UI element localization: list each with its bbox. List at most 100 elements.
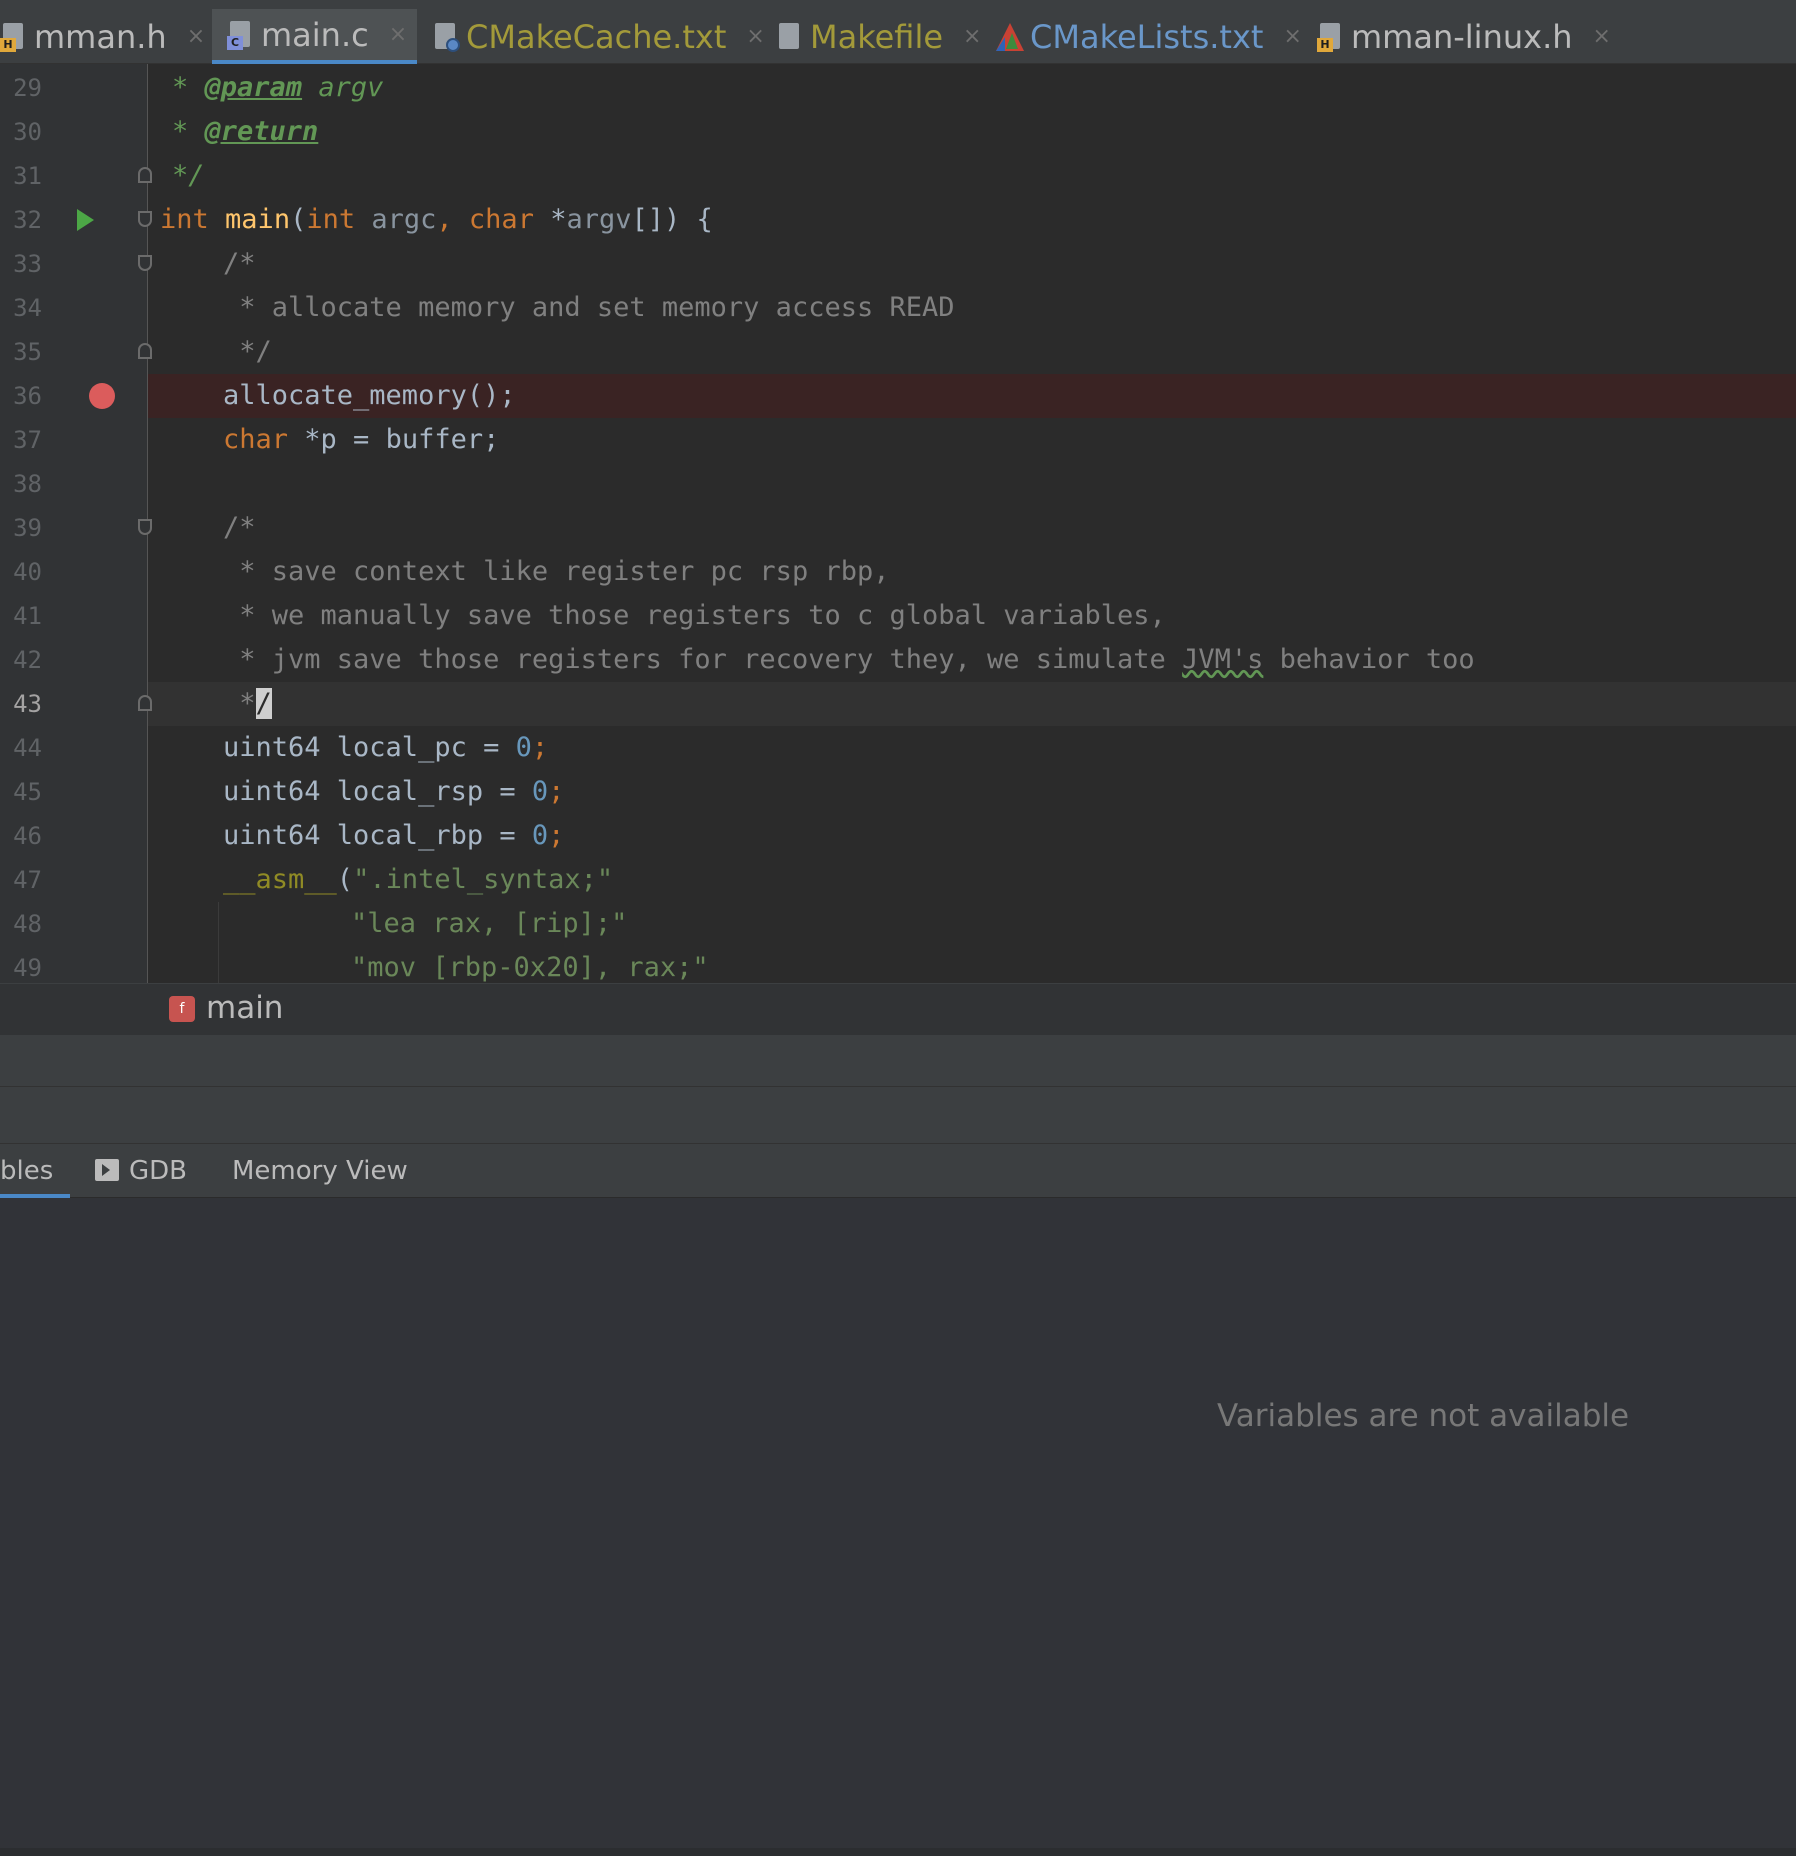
code-text: */ [172,160,205,191]
spelling-warning: JVM's [1182,644,1264,675]
code-text: * jvm save those registers for recovery … [223,644,1475,675]
cmake-cache-icon [432,22,460,52]
code-text: */ [223,688,272,719]
code-text: * allocate memory and set memory access … [223,292,955,323]
tab-cmakecache[interactable]: CMakeCache.txt × [432,9,775,64]
tab-label: mman-linux.h [1351,17,1573,56]
close-icon[interactable]: × [1593,24,1611,49]
line-number: 29 [13,74,42,102]
console-icon [95,1158,119,1181]
line-number: 46 [13,822,42,850]
line-number: 37 [13,426,42,454]
code-line[interactable]: 34 * allocate memory and set memory acce… [0,286,1796,330]
line-number: 44 [13,734,42,762]
code-text: char *p = buffer; [223,424,500,455]
editor-tab-bar: H mman.h × C main.c × CMakeCache.txt × M… [0,0,1796,64]
code-line[interactable]: 44 uint64 local_pc = 0; [0,726,1796,770]
code-line[interactable]: 29 * @param argv [0,66,1796,110]
tab-makefile[interactable]: Makefile × [776,9,991,64]
tab-cmakelists[interactable]: CMakeLists.txt × [996,9,1312,64]
code-text: * @param argv [172,72,384,103]
code-text: __asm__(".intel_syntax;" [223,864,614,895]
tab-label: mman.h [34,17,167,56]
code-line[interactable]: 33 /* [0,242,1796,286]
line-number: 40 [13,558,42,586]
text-cursor: / [255,688,272,719]
fold-icon[interactable] [138,695,152,711]
line-number: 39 [13,514,42,542]
fold-icon[interactable] [138,519,152,535]
code-text: /* [223,512,256,543]
close-icon[interactable]: × [187,24,205,49]
line-number: 48 [13,910,42,938]
code-text: "mov [rbp-0x20], rax;" [351,952,709,983]
cmake-icon [996,22,1024,52]
tab-label: CMakeLists.txt [1030,17,1264,56]
code-text: /* [223,248,256,279]
tab-mman-h[interactable]: H mman.h × [0,9,215,64]
code-line[interactable]: 49 "mov [rbp-0x20], rax;" [0,946,1796,983]
code-text: int main(int argc, char *argv[]) { [160,204,713,235]
code-line[interactable]: 30 * @return [0,110,1796,154]
debug-toolbar-strip [0,1035,1796,1087]
code-line-current[interactable]: 43 */ [0,682,1796,726]
code-line[interactable]: 46 uint64 local_rbp = 0; [0,814,1796,858]
close-icon[interactable]: × [746,24,764,49]
code-text: uint64 local_pc = 0; [223,732,549,763]
code-line[interactable]: 41 * we manually save those registers to… [0,594,1796,638]
indent-guide [218,902,219,946]
line-number: 33 [13,250,42,278]
breadcrumb-item-main[interactable]: main [206,990,283,1026]
code-line[interactable]: 38 [0,462,1796,506]
breakpoint-icon[interactable] [89,383,115,409]
tab-memory-view[interactable]: Memory View [232,1144,408,1198]
tab-label: bles [0,1156,54,1186]
code-line-breakpoint[interactable]: 36 allocate_memory(); [0,374,1796,418]
close-icon[interactable]: × [389,22,407,47]
tab-label: Makefile [810,17,944,56]
fold-icon[interactable] [138,167,152,183]
code-line[interactable]: 42 * jvm save those registers for recove… [0,638,1796,682]
line-number: 30 [13,118,42,146]
breadcrumb[interactable]: f main [0,983,1796,1035]
code-editor[interactable]: 29 * @param argv 30 * @return 31 */ 32 i… [0,64,1796,983]
code-line[interactable]: 40 * save context like register pc rsp r… [0,550,1796,594]
code-line[interactable]: 39 /* [0,506,1796,550]
fold-icon[interactable] [138,255,152,271]
h-file-icon: H [0,22,26,52]
makefile-icon [776,22,802,52]
line-number: 42 [13,646,42,674]
debug-session-strip [0,1087,1796,1144]
code-line[interactable]: 45 uint64 local_rsp = 0; [0,770,1796,814]
code-line[interactable]: 35 */ [0,330,1796,374]
code-line[interactable]: 37 char *p = buffer; [0,418,1796,462]
function-icon: f [169,996,195,1022]
code-line[interactable]: 31 */ [0,154,1796,198]
tab-variables[interactable]: bles [0,1144,70,1198]
line-number: 34 [13,294,42,322]
tab-label: GDB [129,1156,188,1186]
fold-icon[interactable] [138,211,152,227]
variables-panel[interactable]: Variables are not available [0,1198,1796,1856]
code-text: * save context like register pc rsp rbp, [223,556,890,587]
empty-state-message: Variables are not available [1217,1398,1630,1434]
tab-label: Memory View [232,1156,408,1186]
code-text: uint64 local_rbp = 0; [223,820,565,851]
tab-mman-linux-h[interactable]: H mman-linux.h × [1317,9,1621,64]
fold-icon[interactable] [138,343,152,359]
line-number: 47 [13,866,42,894]
code-line[interactable]: 32 int main(int argc, char *argv[]) { [0,198,1796,242]
tab-gdb[interactable]: GDB [95,1144,187,1198]
code-line[interactable]: 47 __asm__(".intel_syntax;" [0,858,1796,902]
tab-main-c[interactable]: C main.c × [212,9,418,64]
line-number: 38 [13,470,42,498]
close-icon[interactable]: × [1283,24,1301,49]
code-text: * @return [172,116,319,147]
indent-guide [218,946,219,983]
run-icon[interactable] [77,209,94,231]
close-icon[interactable]: × [963,24,981,49]
code-text: allocate_memory(); [223,380,516,411]
code-text: uint64 local_rsp = 0; [223,776,565,807]
code-line[interactable]: 48 "lea rax, [rip];" [0,902,1796,946]
code-text: * we manually save those registers to c … [223,600,1166,631]
